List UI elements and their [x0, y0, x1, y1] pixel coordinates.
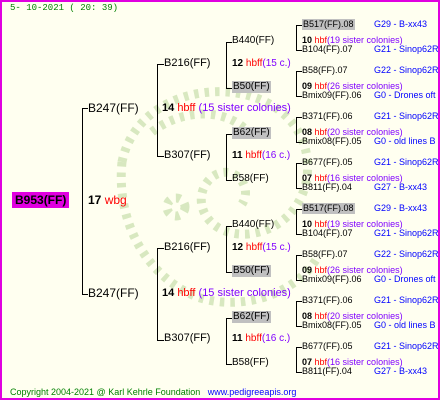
connector-line	[296, 301, 297, 326]
root-breeding-info: 17 wbg	[88, 193, 127, 207]
gen4-queen[interactable]: B104(FF).07	[302, 44, 353, 55]
gen4-queen[interactable]: B811(FF).04	[302, 182, 352, 193]
gen1-info: 14 hbff (15 sister colonies)	[162, 287, 291, 299]
connector-line	[157, 248, 164, 249]
gen1-info: 14 hbff (15 sister colonies)	[162, 102, 291, 114]
connector-line	[157, 340, 164, 341]
gen4-info: G29 - B-xx43	[374, 203, 428, 213]
gen4-queen[interactable]: B677(FF).05	[302, 341, 353, 352]
gen2-queen[interactable]: B307(FF)	[164, 332, 210, 345]
connector-line	[82, 108, 83, 294]
gen4-queen[interactable]: B371(FF).06	[302, 295, 353, 306]
gen4-queen[interactable]: B517(FF).08	[302, 203, 355, 214]
gen4-info: G0 - old lines B	[374, 136, 436, 146]
root-queen-label[interactable]: B953(FF)	[12, 192, 70, 208]
connector-line	[157, 64, 164, 65]
gen2-queen[interactable]: B216(FF)	[164, 241, 210, 254]
gen4-queen[interactable]: Bmix09(FF).06	[302, 90, 362, 101]
pedigree-frame: 5- 10-2021 ( 20: 39) B953(FF) 17 wbg B24…	[0, 0, 440, 400]
gen4-info: G21 - Sinop62R	[374, 44, 439, 54]
gen4-info: G21 - Sinop62R	[374, 157, 439, 167]
gen3-queen[interactable]: B50(FF)	[232, 81, 271, 93]
gen4-queen[interactable]: B677(FF).05	[302, 157, 353, 168]
gen4-queen[interactable]: Bmix08(FF).05	[302, 136, 362, 147]
gen4-info: G21 - Sinop62R	[374, 228, 439, 238]
connector-line	[226, 226, 227, 272]
connector-line	[226, 318, 227, 364]
date-stamp: 5- 10-2021 ( 20: 39)	[10, 3, 119, 13]
gen4-info: G27 - B-xx43	[374, 182, 428, 192]
gen2-info: 12 hbff(15 c.)	[232, 242, 291, 253]
connector-line	[157, 156, 164, 157]
gen3-queen[interactable]: B62(FF)	[232, 127, 271, 139]
gen4-info: G27 - B-xx43	[374, 366, 428, 376]
gen4-info: G0 - Drones oft	[374, 274, 436, 284]
website-link[interactable]: www.pedigreeapis.org	[208, 387, 297, 397]
connector-line	[296, 71, 297, 96]
gen1-queen[interactable]: B247(FF)	[88, 101, 139, 115]
gen4-info: G22 - Sinop62R	[374, 65, 439, 75]
connector-line	[226, 42, 227, 88]
gen4-info: G21 - Sinop62R	[374, 111, 439, 121]
gen4-queen[interactable]: B517(FF).08	[302, 19, 355, 30]
gen2-info: 11 hbff(16 c.)	[232, 333, 291, 344]
gen4-queen[interactable]: B811(FF).04	[302, 366, 352, 377]
gen4-info: G21 - Sinop62R	[374, 295, 439, 305]
gen4-info: G29 - B-xx43	[374, 19, 428, 29]
gen4-queen[interactable]: Bmix08(FF).05	[302, 320, 362, 331]
connector-line	[296, 347, 297, 372]
gen4-info: G22 - Sinop62R	[374, 249, 439, 259]
gen3-queen[interactable]: B440(FF)	[232, 35, 274, 47]
gen4-queen[interactable]: B371(FF).06	[302, 111, 353, 122]
gen4-queen[interactable]: B104(FF).07	[302, 228, 353, 239]
gen4-info: G0 - Drones oft	[374, 90, 436, 100]
connector-line	[226, 134, 227, 180]
gen3-queen[interactable]: B58(FF)	[232, 357, 269, 369]
gen4-info: G21 - Sinop62R	[374, 341, 439, 351]
gen1-queen[interactable]: B247(FF)	[88, 286, 139, 300]
gen3-queen[interactable]: B440(FF)	[232, 219, 274, 231]
connector-line	[296, 209, 297, 234]
gen3-queen[interactable]: B62(FF)	[232, 311, 271, 323]
footer: Copyright 2004-2021 @ Karl Kehrle Founda…	[10, 387, 296, 397]
gen3-queen[interactable]: B58(FF)	[232, 173, 269, 185]
connector-line	[296, 163, 297, 188]
gen4-queen[interactable]: B58(FF).07	[302, 65, 348, 76]
connector-line	[296, 25, 297, 50]
gen2-info: 11 hbff(16 c.)	[232, 150, 291, 161]
gen3-queen[interactable]: B50(FF)	[232, 265, 271, 277]
copyright-text: Copyright 2004-2021 @ Karl Kehrle Founda…	[10, 387, 201, 397]
connector-line	[157, 64, 158, 156]
connector-line	[157, 248, 158, 340]
gen2-queen[interactable]: B216(FF)	[164, 57, 210, 70]
gen4-queen[interactable]: B58(FF).07	[302, 249, 348, 260]
gen2-info: 12 hbff(15 c.)	[232, 58, 291, 69]
gen4-info: G0 - old lines B	[374, 320, 436, 330]
connector-line	[296, 255, 297, 280]
connector-line	[296, 117, 297, 142]
gen2-queen[interactable]: B307(FF)	[164, 149, 210, 162]
gen4-queen[interactable]: Bmix09(FF).06	[302, 274, 362, 285]
